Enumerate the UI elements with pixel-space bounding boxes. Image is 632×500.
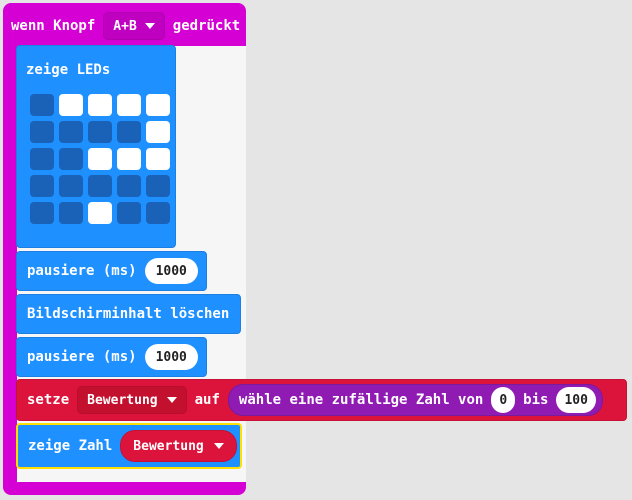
pause-block-2[interactable]: pausiere (ms) 1000 xyxy=(16,337,207,377)
led-cell-0-3[interactable] xyxy=(117,94,141,116)
variable-reporter[interactable]: Bewertung xyxy=(120,430,237,462)
led-cell-2-4[interactable] xyxy=(146,148,170,170)
pause-ms-input[interactable]: 1000 xyxy=(144,344,198,370)
led-cell-1-3[interactable] xyxy=(117,121,141,143)
led-cell-3-4[interactable] xyxy=(146,175,170,197)
led-cell-3-2[interactable] xyxy=(88,175,112,197)
event-suffix-label: gedrückt xyxy=(172,18,241,34)
button-dropdown-value: A+B xyxy=(113,18,137,34)
chevron-down-icon xyxy=(144,23,155,29)
led-cell-4-1[interactable] xyxy=(59,202,83,224)
led-cell-1-1[interactable] xyxy=(59,121,83,143)
clear-screen-block[interactable]: Bildschirminhalt löschen xyxy=(16,294,241,334)
led-cell-4-4[interactable] xyxy=(146,202,170,224)
event-prefix-label: wenn Knopf xyxy=(11,18,96,34)
chevron-down-icon xyxy=(166,397,177,403)
to-label: auf xyxy=(194,392,220,408)
button-dropdown[interactable]: A+B xyxy=(103,12,165,40)
pause-block-1[interactable]: pausiere (ms) 1000 xyxy=(16,251,207,291)
led-cell-3-1[interactable] xyxy=(59,175,83,197)
led-cell-2-2[interactable] xyxy=(88,148,112,170)
led-cell-3-3[interactable] xyxy=(117,175,141,197)
variable-reporter-value: Bewertung xyxy=(133,438,204,454)
led-cell-2-3[interactable] xyxy=(117,148,141,170)
random-to-input[interactable]: 100 xyxy=(556,387,596,413)
show-number-block[interactable]: zeige Zahl Bewertung xyxy=(16,423,242,469)
variable-dropdown-value: Bewertung xyxy=(87,392,158,408)
show-leds-label: zeige LEDs xyxy=(26,62,111,78)
pause-label: pausiere (ms) xyxy=(27,263,137,279)
led-cell-0-2[interactable] xyxy=(88,94,112,116)
led-cell-2-0[interactable] xyxy=(30,148,54,170)
set-label: setze xyxy=(27,392,70,408)
led-cell-1-2[interactable] xyxy=(88,121,112,143)
random-from-input[interactable]: 0 xyxy=(491,387,516,413)
random-number-block[interactable]: wähle eine zufällige Zahl von 0 bis 100 xyxy=(227,384,603,416)
event-block-header: wenn Knopf A+B gedrückt xyxy=(11,12,241,40)
led-matrix xyxy=(30,94,170,224)
led-cell-0-1[interactable] xyxy=(59,94,83,116)
variable-dropdown[interactable]: Bewertung xyxy=(77,386,187,414)
led-cell-4-3[interactable] xyxy=(117,202,141,224)
led-cell-1-4[interactable] xyxy=(146,121,170,143)
led-cell-0-4[interactable] xyxy=(146,94,170,116)
led-cell-0-0[interactable] xyxy=(30,94,54,116)
show-number-label: zeige Zahl xyxy=(28,438,113,454)
led-cell-1-0[interactable] xyxy=(30,121,54,143)
led-cell-4-0[interactable] xyxy=(30,202,54,224)
set-variable-block[interactable]: setze Bewertung auf wähle eine zufällige… xyxy=(16,379,627,421)
bis-label: bis xyxy=(523,392,549,408)
chevron-down-icon xyxy=(213,443,224,449)
random-label: wähle eine zufällige Zahl von xyxy=(238,392,484,408)
pause-label: pausiere (ms) xyxy=(27,349,137,365)
show-leds-block[interactable]: zeige LEDs xyxy=(16,45,176,248)
pause-ms-input[interactable]: 1000 xyxy=(144,258,198,284)
clear-screen-label: Bildschirminhalt löschen xyxy=(27,306,230,322)
led-cell-3-0[interactable] xyxy=(30,175,54,197)
led-cell-2-1[interactable] xyxy=(59,148,83,170)
led-cell-4-2[interactable] xyxy=(88,202,112,224)
